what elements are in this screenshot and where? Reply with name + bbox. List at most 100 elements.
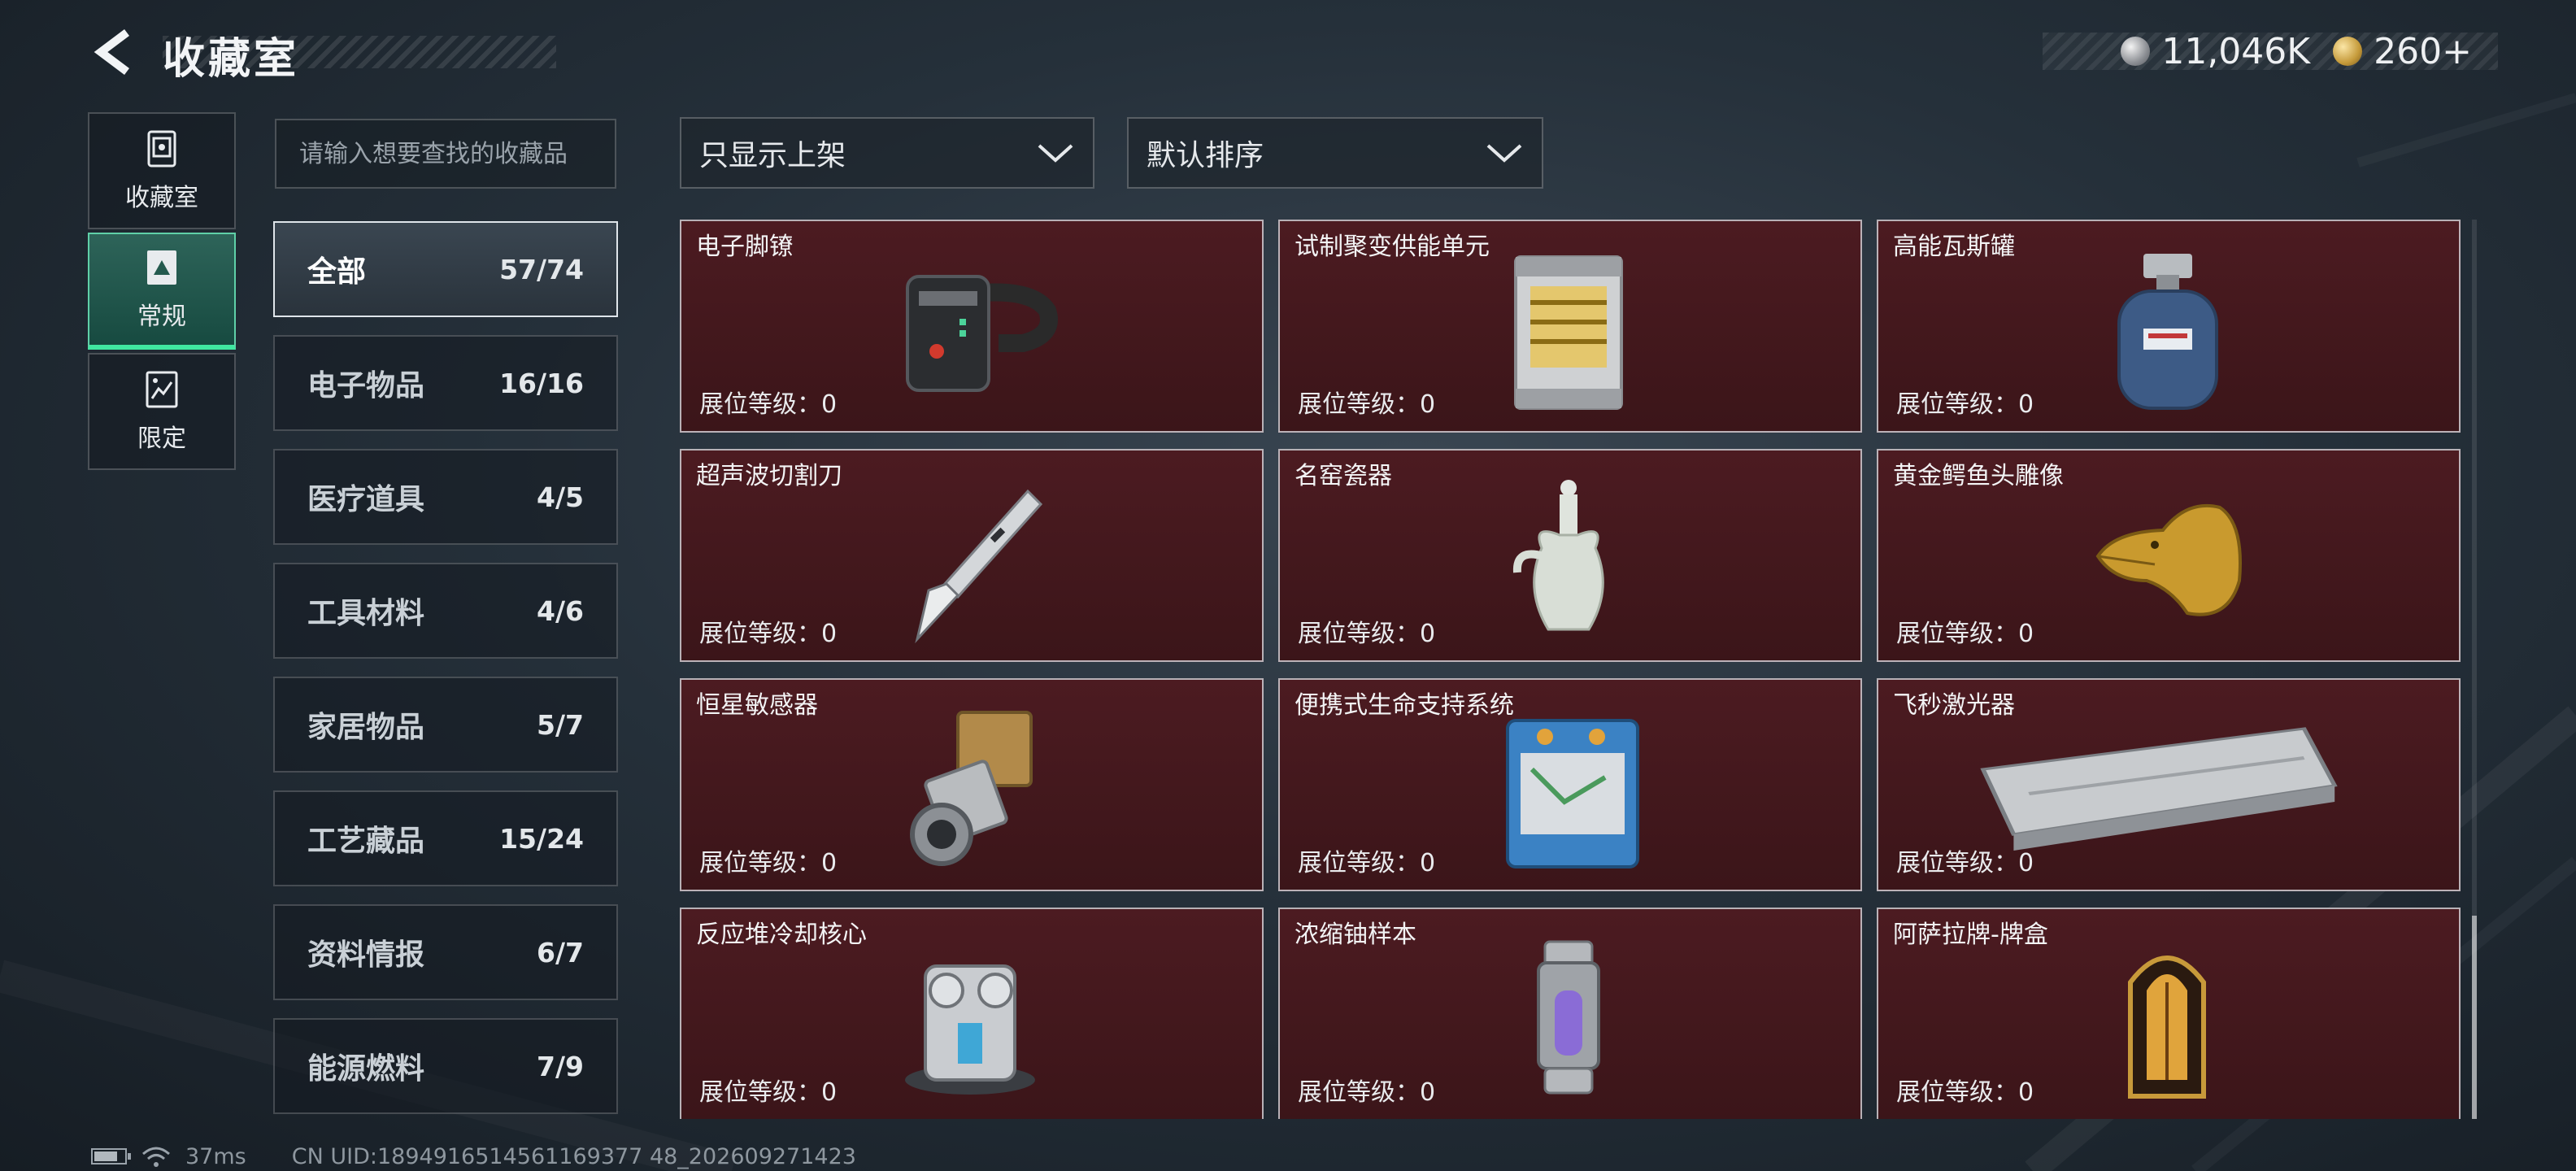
gas-canister-icon <box>2117 254 2218 410</box>
category-medical[interactable]: 医疗道具 4/5 <box>273 449 618 545</box>
gold-crocodile-statue-icon <box>2095 503 2242 616</box>
collectible-name: 黄金鳄鱼头雕像 <box>1893 462 2064 490</box>
booth-level: 展位等级：0 <box>1298 849 1436 877</box>
porcelain-vase-icon <box>1512 480 1604 631</box>
collectible-name: 恒星敏感器 <box>696 691 818 720</box>
booth-level: 展位等级：0 <box>1298 390 1436 419</box>
collectible-card[interactable]: 超声波切割刀 展位等级：0 <box>680 449 1264 662</box>
battery-icon <box>91 1148 131 1164</box>
booth-level: 展位等级：0 <box>1896 1078 2034 1107</box>
collectible-name: 浓缩铀样本 <box>1295 921 1416 949</box>
collectible-card[interactable]: 浓缩铀样本 展位等级：0 <box>1278 908 1862 1119</box>
booth-level: 展位等级：0 <box>699 390 838 419</box>
collectible-grid: 电子脚镣 展位等级：0 试制聚变供能单元 展位等级：0 高能瓦斯罐 展位等级：0… <box>680 220 2461 1119</box>
collectible-name: 超声波切割刀 <box>696 462 842 490</box>
booth-level: 展位等级：0 <box>1896 620 2034 648</box>
category-name: 全部 <box>307 255 367 289</box>
search-box <box>275 119 616 189</box>
nav-limited-label: 限定 <box>137 424 186 453</box>
collectible-card[interactable]: 高能瓦斯罐 展位等级：0 <box>1877 220 2461 433</box>
ankle-monitor-icon <box>906 275 1058 392</box>
category-list: 全部 57/74 电子物品 16/16 医疗道具 4/5 工具材料 4/6 家居… <box>273 221 618 1132</box>
currency-bar: 11,046K 260+ <box>2043 30 2498 72</box>
ping-value: 37ms <box>185 1143 246 1169</box>
display-filter-dropdown[interactable]: 只显示上架 <box>680 117 1094 189</box>
card-box-icon <box>2128 956 2206 1099</box>
vault-icon <box>147 130 176 168</box>
gold-currency-value: 260+ <box>2374 30 2472 72</box>
category-all[interactable]: 全部 57/74 <box>273 221 618 317</box>
collectible-card[interactable]: 恒星敏感器 展位等级：0 <box>680 678 1264 891</box>
collectible-card[interactable]: 电子脚镣 展位等级：0 <box>680 220 1264 433</box>
display-filter-value: 只显示上架 <box>699 139 846 172</box>
search-input[interactable] <box>276 120 615 187</box>
collectible-name: 试制聚变供能单元 <box>1295 233 1490 261</box>
category-count: 6/7 <box>537 936 584 969</box>
category-count: 16/16 <box>499 367 584 399</box>
category-count: 15/24 <box>499 822 584 855</box>
category-count: 7/9 <box>537 1050 584 1082</box>
category-tools[interactable]: 工具材料 4/6 <box>273 563 618 659</box>
silver-currency-value: 11,046K <box>2161 30 2311 72</box>
sort-value: 默认排序 <box>1147 139 1264 172</box>
category-count: 4/6 <box>537 594 584 627</box>
category-name: 电子物品 <box>307 369 425 403</box>
regular-card-icon <box>147 250 176 285</box>
category-crafts[interactable]: 工艺藏品 15/24 <box>273 790 618 886</box>
collectible-card[interactable]: 名窑瓷器 展位等级：0 <box>1278 449 1862 662</box>
nav-limited[interactable]: 限定 <box>88 353 236 470</box>
collectible-name: 名窑瓷器 <box>1295 462 1392 490</box>
collectible-card[interactable]: 反应堆冷却核心 展位等级：0 <box>680 908 1264 1119</box>
chevron-down-icon <box>1038 144 1073 163</box>
silver-coin-icon <box>2121 37 2151 66</box>
category-count: 57/74 <box>499 253 584 285</box>
chevron-down-icon <box>1486 144 1522 163</box>
category-name: 医疗道具 <box>307 483 425 516</box>
scrollbar-thumb[interactable] <box>2472 916 2477 1119</box>
booth-level: 展位等级：0 <box>699 849 838 877</box>
nav-regular-label: 常规 <box>137 303 186 331</box>
collectible-card[interactable]: 便携式生命支持系统 展位等级：0 <box>1278 678 1862 891</box>
collectible-card[interactable]: 飞秒激光器 展位等级：0 <box>1877 678 2461 891</box>
life-support-icon <box>1506 719 1639 868</box>
nav-vault[interactable]: 收藏室 <box>88 112 236 229</box>
category-name: 工艺藏品 <box>307 825 425 858</box>
grid-scrollbar[interactable] <box>2472 220 2477 1119</box>
star-sensor-icon <box>910 711 1033 866</box>
nav-vault-label: 收藏室 <box>125 184 198 212</box>
uid-text: CN UID:1894916514561169377 48_2026092714… <box>291 1143 856 1169</box>
page-title: 收藏室 <box>163 35 300 84</box>
category-name: 资料情报 <box>307 938 425 972</box>
collectible-card[interactable]: 阿萨拉牌-牌盒 展位等级：0 <box>1877 908 2461 1119</box>
category-name: 家居物品 <box>307 711 425 744</box>
collectible-name: 阿萨拉牌-牌盒 <box>1893 921 2048 949</box>
category-energy[interactable]: 能源燃料 7/9 <box>273 1018 618 1114</box>
category-count: 4/5 <box>537 481 584 513</box>
category-intel[interactable]: 资料情报 6/7 <box>273 904 618 1000</box>
collectible-card[interactable]: 试制聚变供能单元 展位等级：0 <box>1278 220 1862 433</box>
booth-level: 展位等级：0 <box>699 620 838 648</box>
collectible-card[interactable]: 黄金鳄鱼头雕像 展位等级：0 <box>1877 449 2461 662</box>
uranium-sample-icon <box>1537 940 1600 1095</box>
nav-regular[interactable]: 常规 <box>88 233 236 350</box>
ultrasonic-knife-icon <box>915 489 1043 644</box>
category-name: 能源燃料 <box>307 1052 425 1086</box>
fusion-cell-icon <box>1514 255 1623 410</box>
back-button[interactable] <box>88 28 137 76</box>
sort-dropdown[interactable]: 默认排序 <box>1127 117 1543 189</box>
collectible-name: 电子脚镣 <box>696 233 794 261</box>
reactor-core-icon <box>905 964 1035 1095</box>
left-nav: 收藏室 常规 限定 <box>88 112 237 473</box>
category-household[interactable]: 家居物品 5/7 <box>273 677 618 773</box>
gold-coin-icon <box>2333 37 2363 66</box>
booth-level: 展位等级：0 <box>1896 849 2034 877</box>
collectible-name: 反应堆冷却核心 <box>696 921 867 949</box>
booth-level: 展位等级：0 <box>1896 390 2034 419</box>
category-name: 工具材料 <box>307 597 425 630</box>
category-electronics[interactable]: 电子物品 16/16 <box>273 335 618 431</box>
limited-card-icon <box>146 371 178 408</box>
collectible-name: 高能瓦斯罐 <box>1893 233 2015 261</box>
category-count: 5/7 <box>537 708 584 741</box>
booth-level: 展位等级：0 <box>1298 620 1436 648</box>
back-arrow-icon <box>94 29 129 75</box>
